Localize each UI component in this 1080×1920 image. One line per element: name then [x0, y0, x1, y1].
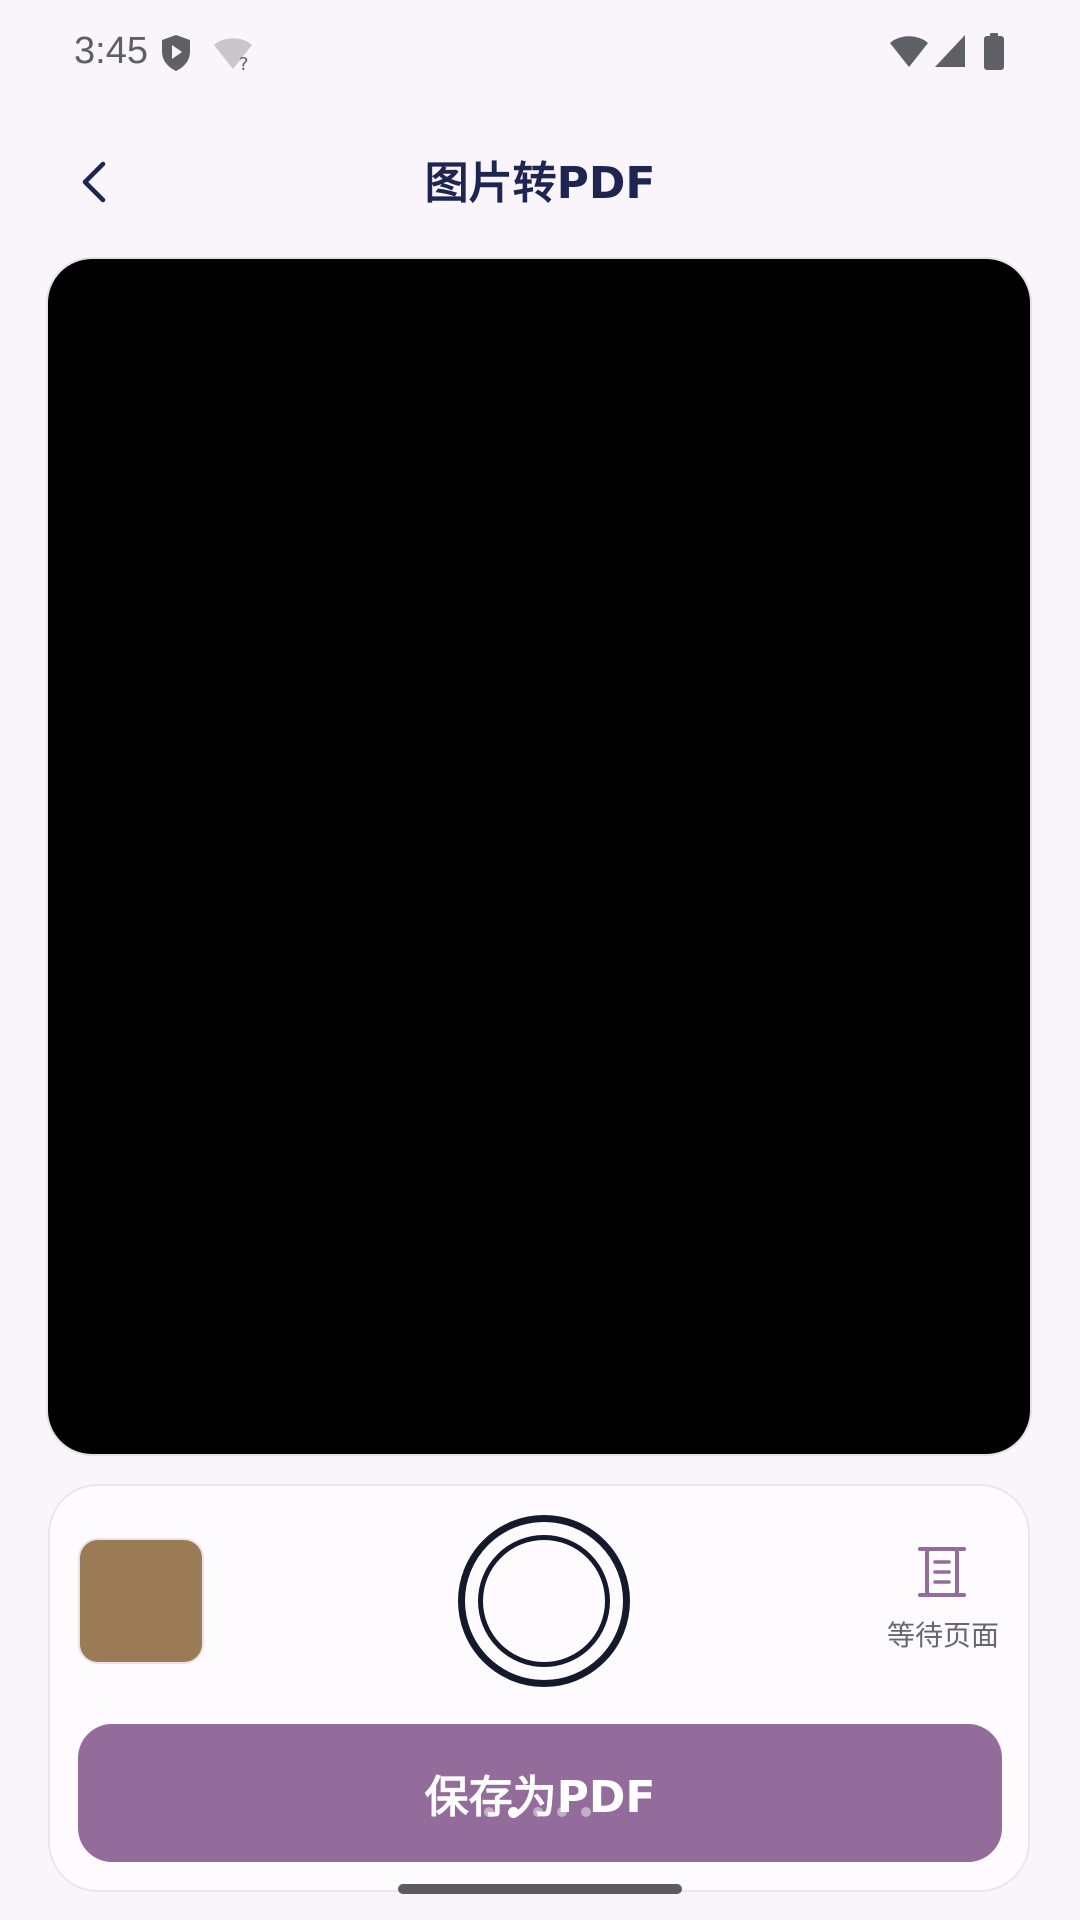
- pending-pages-button[interactable]: 等待页面: [870, 1538, 1016, 1658]
- save-pdf-button[interactable]: 保存为PDF: [78, 1724, 1002, 1862]
- camera-preview[interactable]: [48, 259, 1030, 1454]
- pending-pages-label: 等待页面: [886, 1619, 999, 1652]
- page-indicator-dot: [484, 1807, 494, 1817]
- page-title: 图片转PDF: [424, 158, 656, 209]
- page-indicator: [484, 1806, 591, 1818]
- wifi-alert-icon: [888, 34, 930, 74]
- document-list-icon: [916, 1544, 968, 1604]
- battery-icon: [983, 33, 1005, 75]
- page-indicator-dot: [557, 1807, 567, 1817]
- page-indicator-dot-active: [508, 1806, 519, 1818]
- home-indicator[interactable]: [398, 1884, 682, 1894]
- shield-play-icon: [160, 34, 192, 76]
- page-indicator-dot: [581, 1807, 591, 1817]
- shutter-ring-icon: [478, 1535, 610, 1667]
- shutter-button[interactable]: [458, 1515, 630, 1687]
- cell-signal-icon: [934, 34, 966, 72]
- last-capture-thumbnail[interactable]: [80, 1540, 202, 1662]
- page-indicator-dot: [533, 1807, 543, 1817]
- svg-text:?: ?: [239, 54, 249, 72]
- wifi-question-icon: ?: [212, 36, 254, 76]
- status-time: 3:45: [74, 30, 148, 72]
